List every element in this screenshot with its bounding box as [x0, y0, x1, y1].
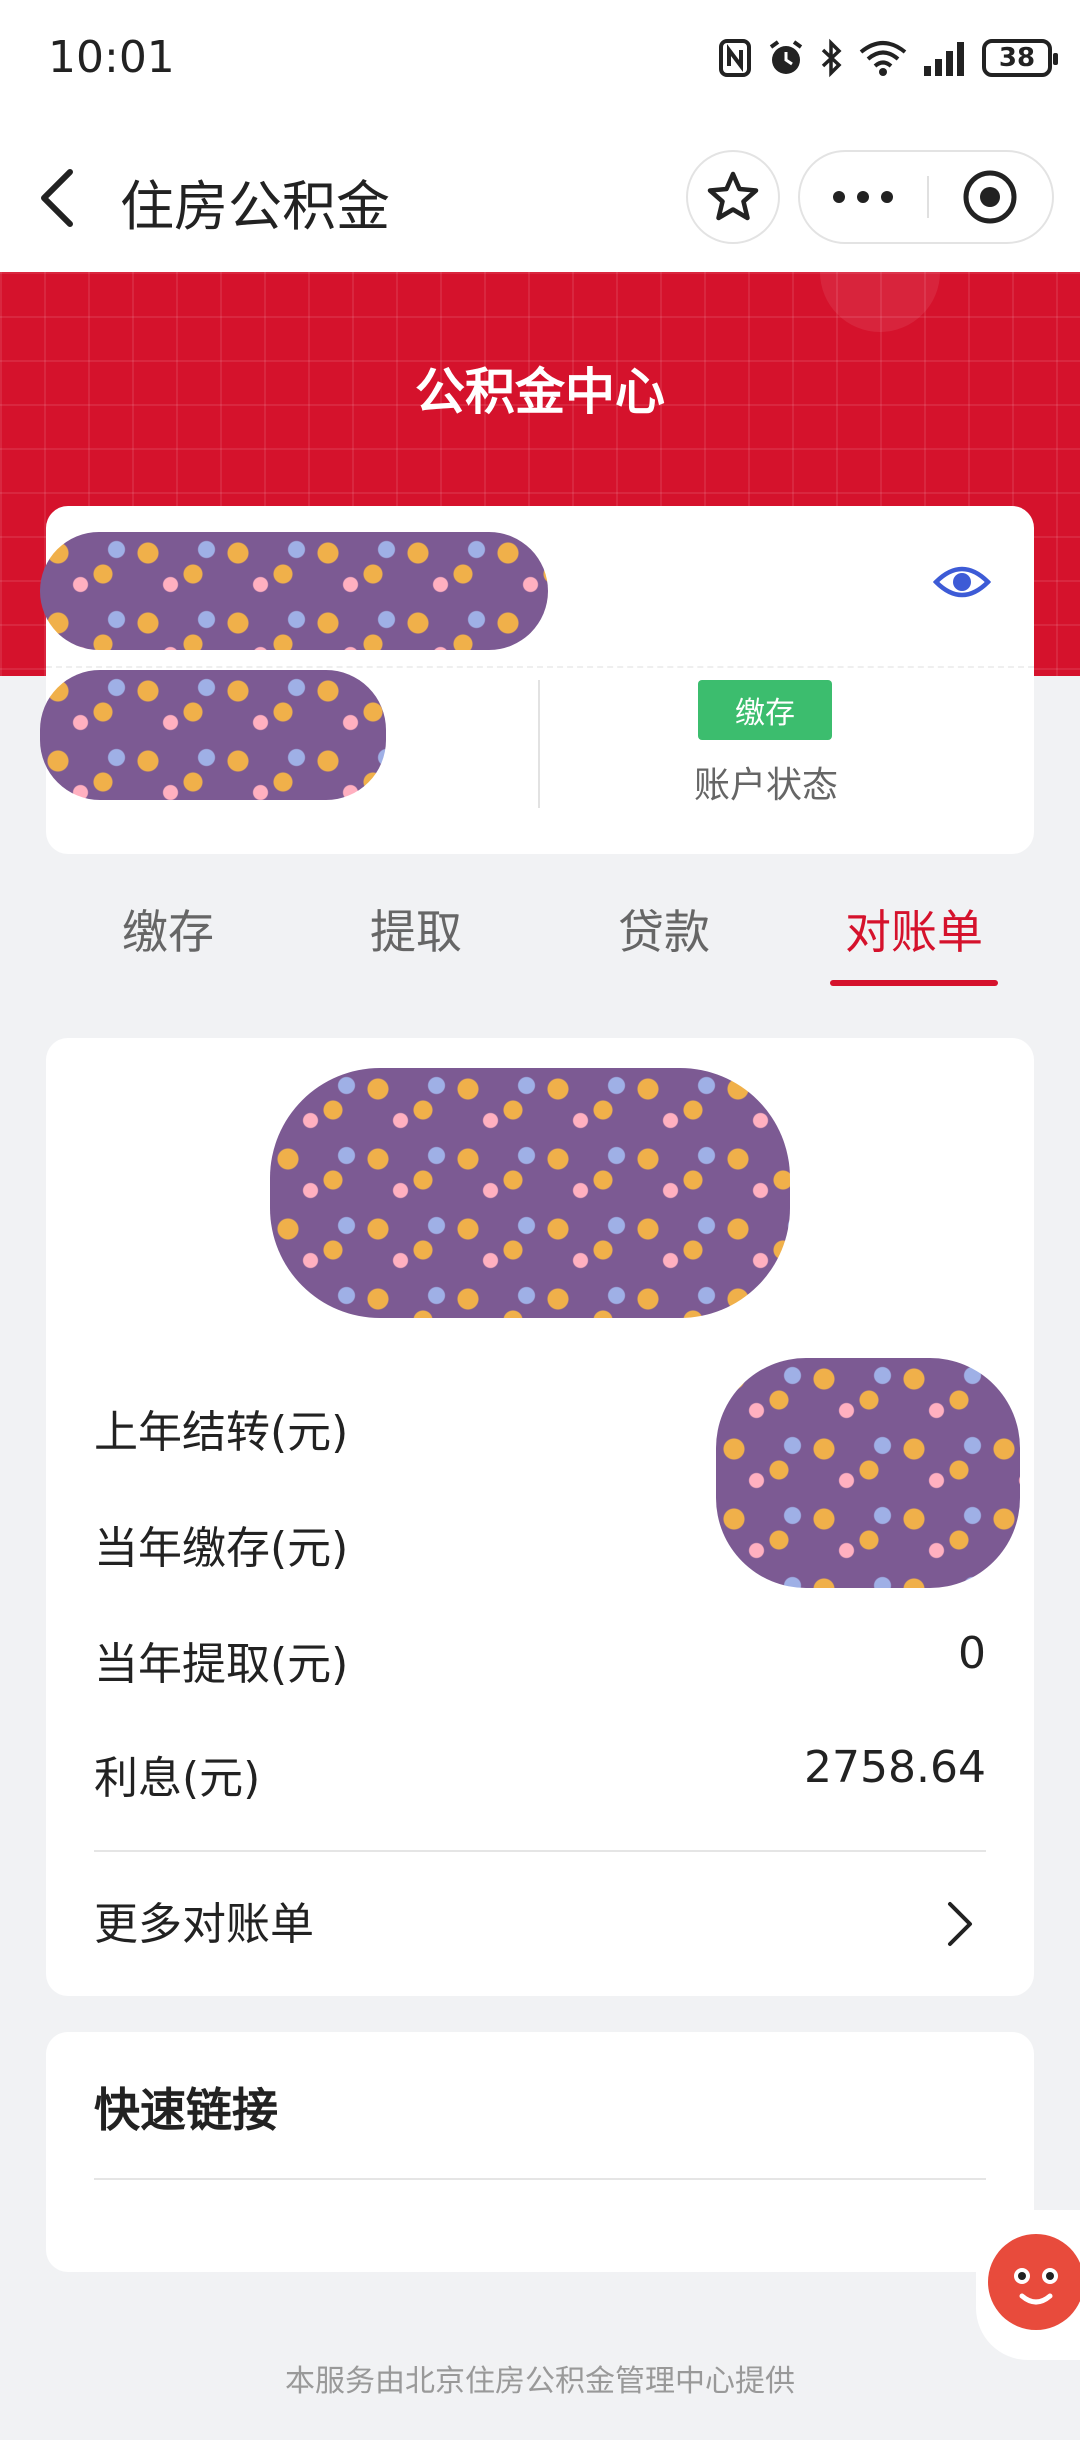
tab-deposit[interactable]: 缴存	[73, 896, 263, 962]
redacted-statement-summary	[270, 1068, 790, 1318]
chevron-left-icon	[41, 169, 73, 227]
page-title: 住房公积金	[120, 175, 390, 238]
star-icon	[707, 171, 759, 221]
back-button[interactable]	[28, 158, 92, 238]
row-label: 利息(元)	[94, 1753, 261, 1804]
row-value: 2758.64	[804, 1742, 986, 1793]
nav-bar: 住房公积金	[0, 122, 1080, 272]
account-card: 缴存 账户状态	[40, 506, 1034, 854]
account-divider	[46, 666, 1034, 668]
active-tab-indicator	[830, 980, 998, 986]
statement-row-interest: 利息(元) 2758.64	[94, 1742, 986, 1812]
footer-note: 本服务由北京住房公积金管理中心提供	[285, 2364, 795, 2399]
banner-title: 公积金中心	[415, 363, 665, 421]
more-statements-link[interactable]: 更多对账单	[94, 1886, 986, 1960]
status-icons: 38	[718, 36, 1058, 80]
quick-links-title: 快速链接	[94, 2083, 278, 2137]
signal-icon	[922, 36, 968, 80]
statement-row-carryover: 上年结转(元)	[94, 1396, 986, 1466]
tab-statement[interactable]: 对账单	[819, 896, 1009, 962]
statement-row-deposit: 当年缴存(元)	[94, 1512, 986, 1582]
row-label: 当年缴存(元)	[94, 1523, 349, 1574]
toggle-visibility-button[interactable]	[926, 552, 998, 612]
quick-links-card: 快速链接	[46, 2032, 1034, 2272]
row-label: 当年提取(元)	[94, 1639, 349, 1690]
status-bar: 10:01 38	[0, 0, 1080, 122]
statement-row-withdrawal: 当年提取(元) 0	[94, 1628, 986, 1698]
alarm-icon	[766, 36, 806, 80]
assistant-mascot-icon	[988, 2234, 1080, 2330]
tab-loan[interactable]: 贷款	[569, 896, 759, 962]
favorite-button[interactable]	[686, 150, 780, 244]
account-status-label: 账户状态	[693, 765, 838, 806]
row-value: 0	[958, 1628, 986, 1679]
quick-links-divider	[94, 2178, 986, 2180]
account-separator	[538, 680, 540, 808]
tab-bar: 缴存 提取 贷款 对账单	[46, 876, 1034, 996]
banner-decoration	[820, 272, 940, 332]
more-button[interactable]	[800, 152, 926, 242]
close-miniprogram-button[interactable]	[928, 152, 1052, 242]
eye-icon	[933, 566, 991, 598]
miniprogram-capsule	[798, 150, 1054, 244]
more-statements-label: 更多对账单	[94, 1899, 314, 1950]
status-badge: 缴存	[698, 680, 832, 740]
chevron-right-icon	[948, 1902, 972, 1946]
more-dots-icon	[833, 191, 893, 203]
status-time: 10:01	[48, 32, 175, 83]
row-label: 上年结转(元)	[94, 1407, 349, 1458]
target-close-icon	[963, 170, 1017, 224]
statement-card: 上年结转(元) 当年缴存(元) 当年提取(元) 0 利息(元) 2758.64 …	[46, 1038, 1034, 1996]
statement-divider	[94, 1850, 986, 1852]
nfc-icon	[718, 36, 752, 80]
redacted-balance	[40, 670, 386, 800]
redacted-account-name	[40, 532, 548, 650]
battery-icon: 38	[982, 39, 1058, 77]
assistant-float-button[interactable]	[976, 2210, 1080, 2360]
bluetooth-icon	[820, 36, 844, 80]
wifi-icon	[858, 36, 908, 80]
tab-withdraw[interactable]: 提取	[321, 896, 511, 962]
